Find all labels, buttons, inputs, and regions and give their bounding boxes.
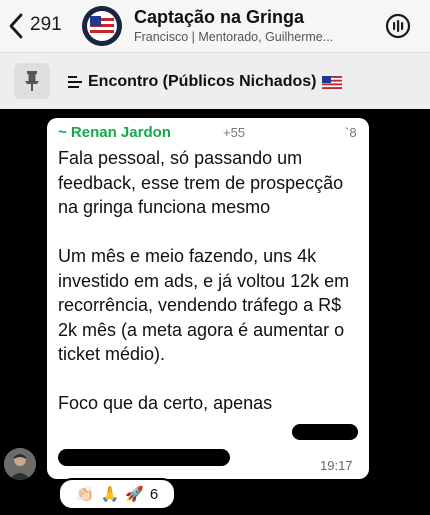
redaction-block	[58, 449, 230, 466]
clap-emoji-icon: 👏🏻	[75, 485, 95, 503]
message-text: Fala pessoal, só passando um feedback, e…	[58, 146, 358, 416]
pin-button[interactable]	[14, 63, 50, 99]
event-list-icon	[68, 76, 82, 88]
pinned-event-bar[interactable]: Encontro (Públicos Nichados)	[0, 52, 430, 109]
group-avatar[interactable]	[82, 6, 122, 46]
reactions-bar[interactable]: 👏🏻 🙏 🚀 6	[58, 478, 176, 510]
pinned-title-text: Encontro (Públicos Nichados)	[88, 73, 317, 90]
sender-avatar[interactable]	[4, 448, 36, 480]
voice-chat-button[interactable]	[384, 12, 412, 40]
audio-wave-icon	[385, 13, 411, 39]
message-paragraph-3: Foco que da certo, apenas	[58, 393, 273, 413]
pray-emoji-icon: 🙏	[100, 485, 120, 503]
chat-header: 291 Captação na Gringa Francisco | Mento…	[0, 0, 430, 52]
reaction-count: 6	[149, 485, 159, 503]
pinned-title[interactable]: Encontro (Públicos Nichados)	[68, 73, 343, 91]
person-avatar-icon	[4, 448, 36, 480]
message-paragraph-2: Um mês e meio fazendo, uns 4k investido …	[58, 246, 350, 364]
us-flag-logo-icon	[82, 6, 122, 46]
sender-name[interactable]: ~ Renan Jardon	[58, 124, 171, 141]
sender-phone: +55	[223, 125, 246, 140]
chevron-left-icon	[9, 13, 23, 39]
us-flag-icon	[322, 75, 343, 89]
redaction-block	[292, 424, 358, 440]
unread-count[interactable]: 291	[30, 14, 62, 36]
sender-phone-end: `8	[345, 125, 357, 140]
group-members[interactable]: Francisco | Mentorado, Guilherme...	[134, 30, 374, 44]
group-title[interactable]: Captação na Gringa	[134, 7, 304, 28]
message-paragraph-1: Fala pessoal, só passando um feedback, e…	[58, 148, 344, 217]
pin-icon	[25, 71, 39, 91]
rocket-emoji-icon: 🚀	[125, 485, 144, 503]
message-time: 19:17	[320, 458, 353, 473]
